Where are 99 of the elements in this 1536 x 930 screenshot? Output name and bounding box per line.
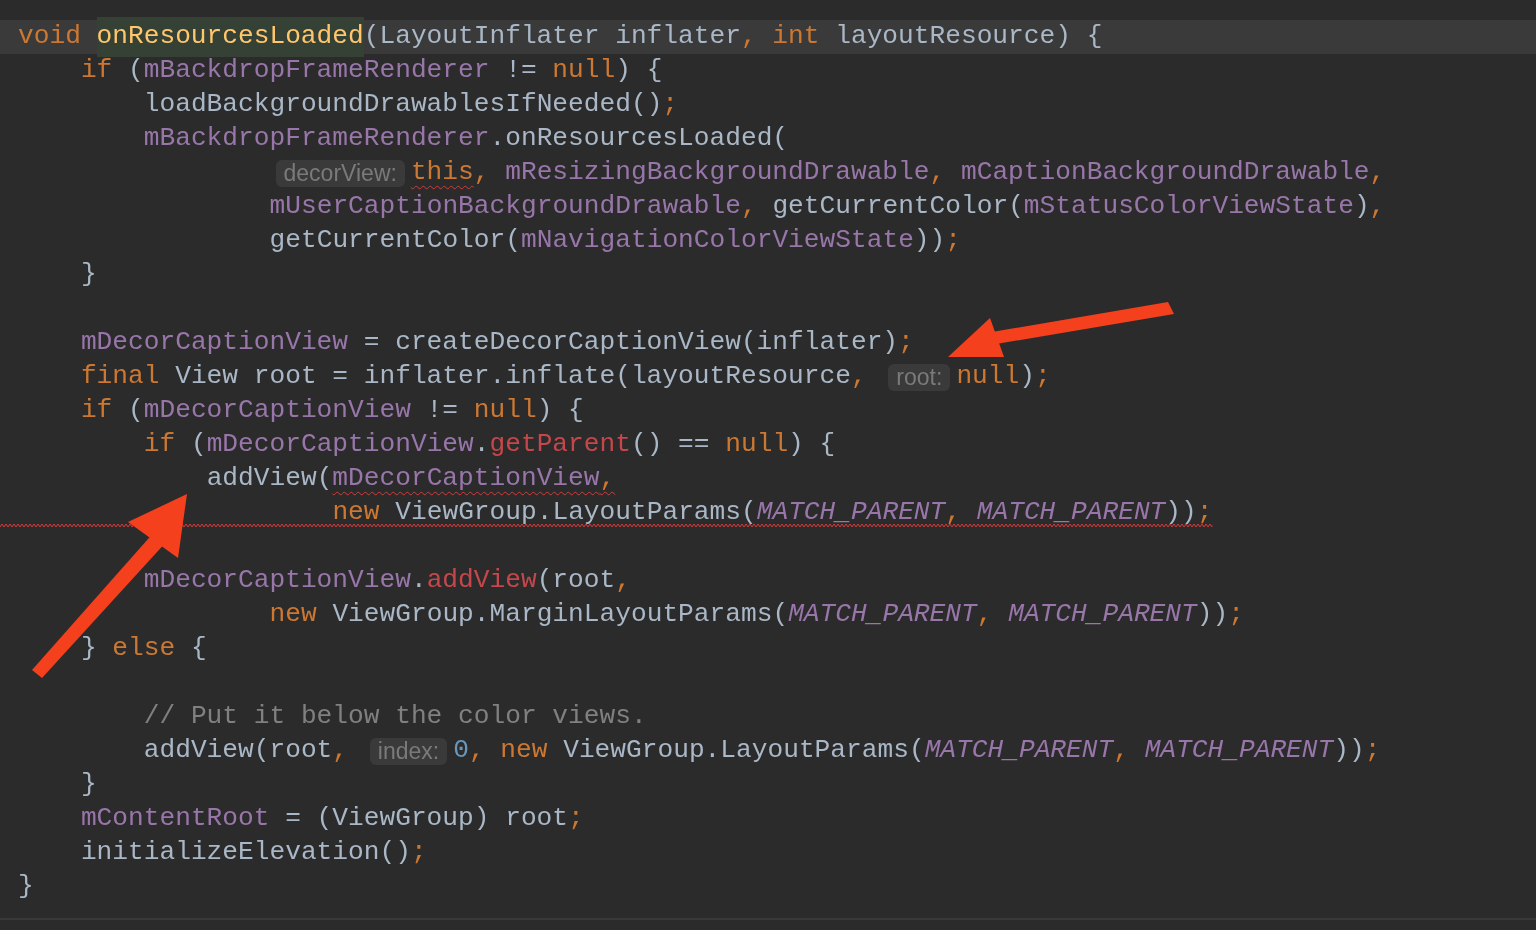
- code-token: )): [913, 224, 946, 258]
- code-token: ;: [1364, 734, 1381, 768]
- code-token: layoutResource) {: [835, 20, 1103, 54]
- code-token: {: [190, 632, 207, 666]
- code-token: MATCH_PARENT: [976, 496, 1166, 530]
- code-token: addView(: [206, 462, 333, 496]
- code-token: ) {: [536, 394, 584, 428]
- code-token: loadBackgroundDrawablesIfNeeded(): [143, 88, 663, 122]
- code-token: .onResourcesLoaded(: [489, 122, 789, 156]
- code-token: ,: [1113, 734, 1130, 768]
- code-token: ViewGroup.LayoutParams(: [395, 496, 757, 530]
- code-token: ) {: [788, 428, 836, 462]
- code-token: ,: [929, 156, 947, 190]
- code-token: null: [725, 428, 789, 462]
- code-token: mUserCaptionBackgroundDrawable: [269, 190, 741, 224]
- code-token: new: [332, 496, 381, 530]
- code-token: mDecorCaptionView: [80, 326, 349, 360]
- code-token: ;: [568, 802, 584, 836]
- code-token: .: [410, 564, 427, 598]
- code-token: }: [80, 768, 97, 802]
- code-token: ;: [1228, 598, 1244, 632]
- code-token: , new: [468, 734, 549, 768]
- code-token: ): [1353, 190, 1370, 224]
- code-token: ) {: [615, 54, 663, 88]
- parameter-hint: decorView:: [275, 159, 405, 187]
- code-token: mContentRoot: [80, 802, 270, 836]
- code-token: () ==: [630, 428, 711, 462]
- code-token: // Put it below the color views.: [143, 700, 647, 734]
- code-token: (: [128, 54, 144, 88]
- code-token: ,: [1369, 156, 1386, 190]
- code-token: mNavigationColorViewState: [520, 224, 914, 258]
- code-token: mResizingBackgroundDrawable: [505, 156, 930, 190]
- code-token: (LayoutInflater inflater: [363, 20, 741, 54]
- code-token: ,: [850, 360, 868, 394]
- code-token: ;: [662, 88, 679, 122]
- code-token: MATCH_PARENT: [788, 598, 977, 632]
- parameter-hint: index:: [369, 737, 448, 765]
- code-token: ,: [473, 156, 491, 190]
- code-token: getParent: [489, 428, 631, 462]
- code-token: if: [143, 428, 177, 462]
- code-token: View root = inflater.inflate(layoutResource: [175, 360, 851, 394]
- code-token: mDecorCaptionView: [206, 428, 474, 462]
- code-token: mBackdropFrameRenderer: [143, 54, 490, 88]
- code-token: (: [128, 394, 144, 428]
- code-token: null: [956, 360, 1020, 394]
- parameter-hint: root:: [888, 363, 951, 391]
- code-token: ,: [945, 496, 963, 530]
- code-token: this: [410, 156, 474, 190]
- code-token: if: [80, 54, 114, 88]
- code-token: initializeElevation(): [80, 836, 411, 870]
- code-token: ,: [1369, 190, 1386, 224]
- code-token: = (ViewGroup) root: [284, 802, 569, 836]
- code-token: ,: [615, 564, 631, 598]
- code-token: mBackdropFrameRenderer: [143, 122, 490, 156]
- code-token: onResourcesLoaded: [96, 17, 364, 57]
- code-token: mCaptionBackgroundDrawable: [960, 156, 1370, 190]
- code-token: mDecorCaptionView: [143, 394, 411, 428]
- code-token: 0: [453, 734, 469, 768]
- code-token: new: [269, 598, 318, 632]
- code-token: if: [80, 394, 114, 428]
- code-token: else: [112, 632, 177, 666]
- code-token: )): [1165, 496, 1197, 530]
- code-token: mDecorCaptionView: [332, 462, 600, 496]
- code-token: )): [1333, 734, 1365, 768]
- code-token: mStatusColorViewState: [1023, 190, 1354, 224]
- code-token: addView(root: [143, 734, 333, 768]
- code-token: ,: [599, 462, 616, 496]
- code-token: (: [190, 428, 207, 462]
- code-token: ViewGroup.MarginLayoutParams(: [332, 598, 789, 632]
- code-token: ;: [1035, 360, 1051, 394]
- code-token: ViewGroup.LayoutParams(: [563, 734, 925, 768]
- code-token: ;: [898, 326, 914, 360]
- code-token: , int: [740, 20, 821, 54]
- code-token: }: [80, 258, 97, 292]
- code-token: !=: [425, 394, 460, 428]
- code-token: }: [80, 632, 98, 666]
- code-token: (root: [536, 564, 616, 598]
- code-token: void: [18, 20, 82, 54]
- code-token: ;: [945, 224, 961, 258]
- code-token: null: [552, 54, 616, 88]
- code-token: getCurrentColor(: [772, 190, 1024, 224]
- code-token: = createDecorCaptionView(inflater): [362, 326, 899, 360]
- code-token: !=: [504, 54, 538, 88]
- code-token: .: [473, 428, 490, 462]
- code-token: ): [1019, 360, 1035, 394]
- code-token: MATCH_PARENT: [1008, 598, 1197, 632]
- code-token: ,: [332, 734, 350, 768]
- code-token: ,: [740, 190, 758, 224]
- code-token: final: [80, 360, 161, 394]
- code-token: MATCH_PARENT: [1144, 734, 1334, 768]
- code-token: MATCH_PARENT: [756, 496, 946, 530]
- code-token: ;: [1196, 496, 1213, 530]
- code-token: null: [473, 394, 537, 428]
- code-token: MATCH_PARENT: [924, 734, 1114, 768]
- code-token: ;: [410, 836, 427, 870]
- code-token: mDecorCaptionView: [143, 564, 411, 598]
- code-token: }: [18, 870, 34, 904]
- code-token: getCurrentColor(: [269, 224, 521, 258]
- code-token: addView: [426, 564, 537, 598]
